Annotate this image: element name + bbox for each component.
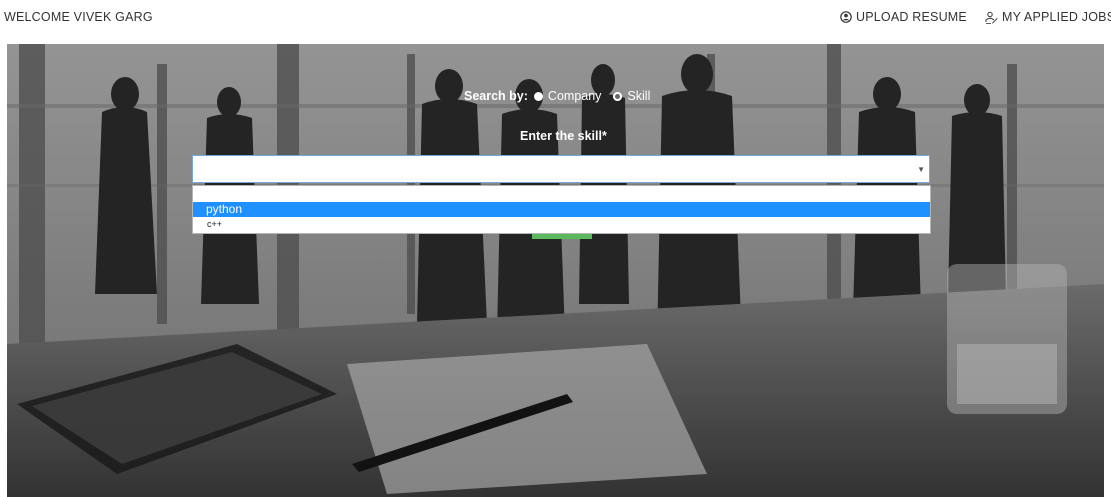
dropdown-option-cpp[interactable]: c++: [193, 217, 930, 232]
skill-select[interactable]: ▼: [192, 155, 930, 183]
dropdown-option-blank[interactable]: [193, 186, 930, 202]
skill-dropdown-list: python c++: [192, 185, 931, 234]
my-applied-jobs-label: MY APPLIED JOBS: [1002, 10, 1111, 24]
welcome-text: WELCOME VIVEK GARG: [4, 10, 153, 24]
skill-radio-option[interactable]: Skill: [613, 89, 650, 103]
company-radio-option[interactable]: Company: [533, 89, 602, 103]
user-circle-icon: [840, 11, 852, 23]
skill-radio[interactable]: [613, 91, 623, 101]
dropdown-arrow-icon[interactable]: ▼: [917, 165, 925, 174]
my-applied-jobs-link[interactable]: MY APPLIED JOBS: [985, 10, 1111, 24]
search-submit-button[interactable]: [532, 234, 592, 239]
upload-resume-label: UPLOAD RESUME: [856, 10, 967, 24]
hero-background-image: [7, 44, 1104, 497]
dropdown-option-python[interactable]: python: [193, 202, 930, 217]
upload-resume-link[interactable]: UPLOAD RESUME: [840, 10, 967, 24]
company-radio-label: Company: [547, 89, 602, 103]
search-by-label: Search by:: [464, 89, 528, 103]
skill-radio-label: Skill: [627, 89, 651, 103]
company-radio[interactable]: [533, 91, 543, 101]
search-by-group: Search by: Company Skill: [464, 89, 656, 103]
user-edit-icon: [985, 11, 998, 24]
top-bar: WELCOME VIVEK GARG UPLOAD RESUME MY APPL…: [0, 0, 1111, 44]
skill-field-label: Enter the skill*: [520, 129, 607, 143]
